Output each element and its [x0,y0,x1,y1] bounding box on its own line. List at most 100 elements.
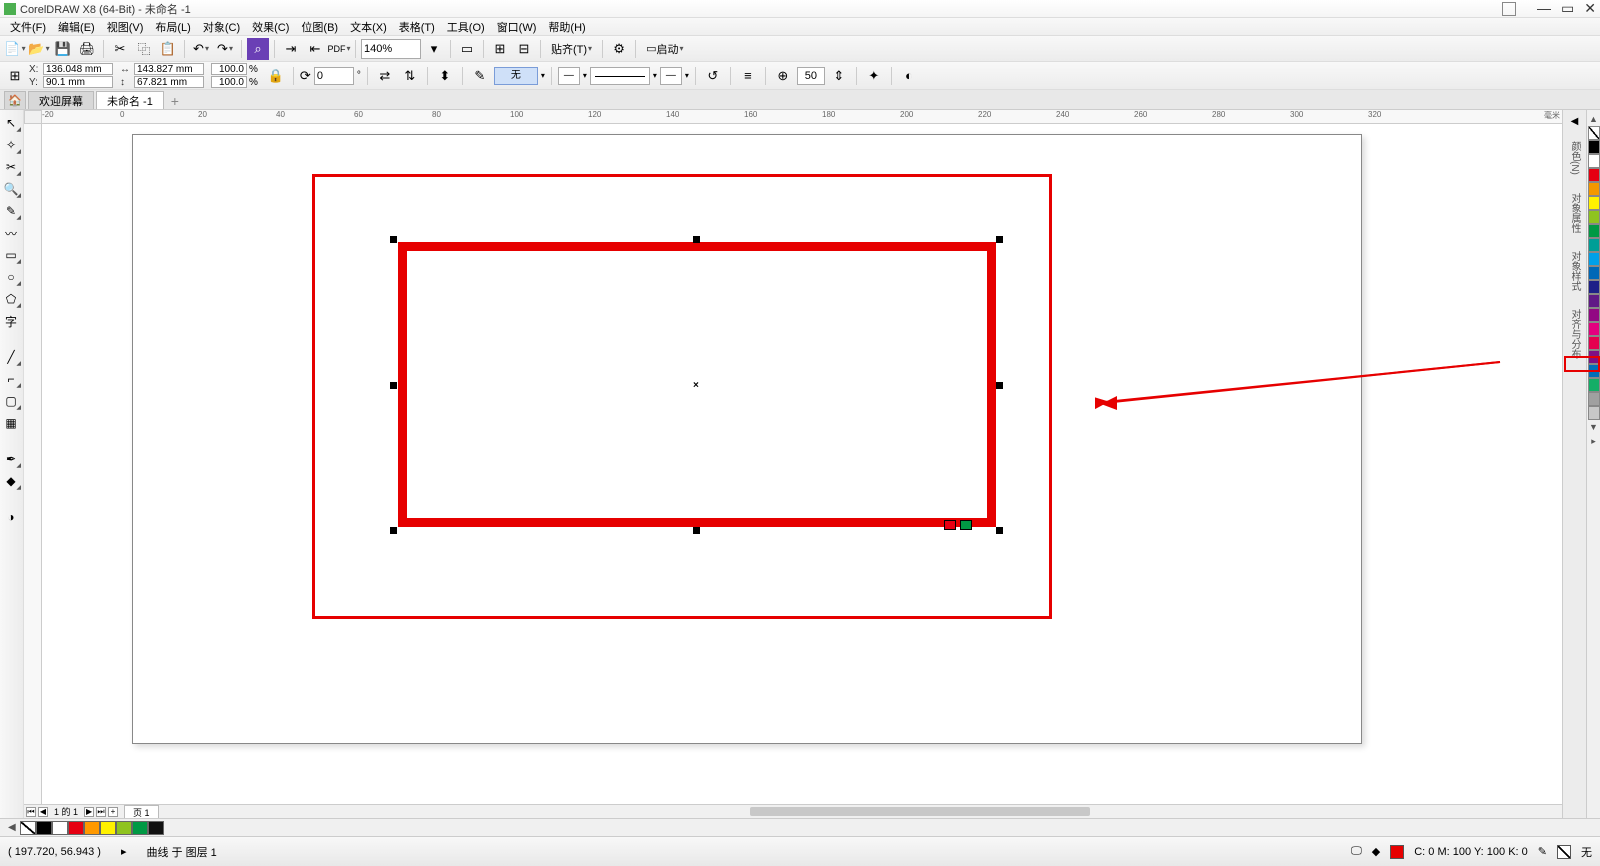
swatch-e5004f[interactable] [1588,336,1600,350]
swatch-none[interactable] [1588,126,1600,140]
parallel-dimension-tool[interactable]: ╱◢ [0,347,22,367]
swatch-ffffff[interactable] [1588,154,1600,168]
y-input[interactable] [43,76,113,88]
swatch-601986[interactable] [1588,294,1600,308]
launch-dropdown[interactable]: ▭ 启动 ▾ [641,38,688,60]
swatch-e4007f[interactable] [1588,322,1600,336]
order-button[interactable]: ⬍ [434,65,456,87]
pick-tool[interactable]: ↖◢ [0,113,22,133]
swatch-a0a0a0[interactable] [1588,392,1600,406]
h-scroll-thumb[interactable] [750,807,1090,816]
last-page-button[interactable]: ⏭ [96,807,106,817]
swatch-009944[interactable] [1588,224,1600,238]
lock-ratio-button[interactable]: 🔒 [265,65,287,87]
dynamic-guides-button[interactable]: ⊟ [513,38,535,60]
outline-width-caret[interactable]: ▾ [541,71,545,80]
docker-object-styles[interactable]: 对象样式 [1565,247,1584,295]
copy-button[interactable]: ⿻ [133,38,155,60]
zoom-dropdown[interactable]: ▾ [423,38,445,60]
object-origin-button[interactable]: ⊕ [772,65,794,87]
print-button[interactable]: 🖨 [76,38,98,60]
bswatch-000000[interactable] [36,821,52,835]
outline-width-select[interactable]: 无 [494,67,538,85]
redo-button[interactable]: ↷▾ [214,38,236,60]
convert-button[interactable]: ◐ [898,65,920,87]
maximize-button[interactable]: ▭ [1561,0,1574,17]
document-tab[interactable]: 未命名 -1 [96,91,164,109]
minimize-button[interactable]: — [1537,0,1551,17]
swatch-fff100[interactable] [1588,196,1600,210]
import-button[interactable]: ⇥ [280,38,302,60]
swatch-00a0e9[interactable] [1588,252,1600,266]
scale-y-input[interactable] [211,76,247,88]
menu-view[interactable]: 视图(V) [101,19,150,35]
sel-handle-w[interactable] [390,382,397,389]
menu-text[interactable]: 文本(X) [344,19,393,35]
horizontal-scrollbar[interactable] [180,804,1562,818]
zoom-level-input[interactable] [361,39,421,59]
horizontal-ruler[interactable]: -200204060801001201401601802002202402602… [42,110,1562,124]
add-document-tab[interactable]: + [166,93,184,109]
bswatch-e60012[interactable] [68,821,84,835]
home-tab[interactable]: 🏠 [4,91,26,109]
undo-button[interactable]: ↶▾ [190,38,212,60]
bswatch-009944[interactable] [132,821,148,835]
paste-button[interactable]: 📋 [157,38,179,60]
align-guides-button[interactable]: ⊞ [489,38,511,60]
artistic-media-tool[interactable]: 〰 [0,223,22,243]
menu-layout[interactable]: 布局(L) [149,19,196,35]
bswatch-111111[interactable] [148,821,164,835]
mirror-v-button[interactable]: ⇅ [399,65,421,87]
menu-tools[interactable]: 工具(O) [441,19,491,35]
shape-tool[interactable]: ✧◢ [0,135,22,155]
color-proof-icon[interactable]: 🖵 [1351,845,1362,858]
polygon-tool[interactable]: ⬠◢ [0,289,22,309]
new-button[interactable]: 📄▾ [4,38,26,60]
export-button[interactable]: ⇤ [304,38,326,60]
sel-handle-se[interactable] [996,527,1003,534]
effects-button[interactable]: ✦ [863,65,885,87]
menu-window[interactable]: 窗口(W) [491,19,543,35]
transparency-tool[interactable]: ▦ [0,413,22,433]
menu-object[interactable]: 对象(C) [197,19,246,35]
value-50-input[interactable] [797,67,825,85]
swatch-8fc31f[interactable] [1588,210,1600,224]
vertical-ruler[interactable] [24,124,42,804]
menu-bitmap[interactable]: 位图(B) [295,19,344,35]
docker-object-props[interactable]: 对象属性 [1565,189,1584,237]
bswatch-fff100[interactable] [100,821,116,835]
drop-shadow-tool[interactable]: ▢◢ [0,391,22,411]
close-button[interactable]: ✕ [1584,0,1596,17]
text-tool[interactable]: 字 [0,311,22,331]
docker-color[interactable]: 颜色(N) [1565,137,1584,179]
restore-down-icon[interactable] [1502,2,1516,16]
swatch-e60012[interactable] [1588,168,1600,182]
color-eyedropper-tool[interactable]: ✒◢ [0,449,22,469]
sel-handle-s[interactable] [693,527,700,534]
sel-handle-sw[interactable] [390,527,397,534]
menu-file[interactable]: 文件(F) [4,19,52,35]
prev-page-button[interactable]: ◀ [38,807,48,817]
bswatch-ff9900[interactable] [84,821,100,835]
docker-align[interactable]: 对齐与分布 [1565,305,1584,363]
palette-flyout-arrow[interactable]: ▸ [1591,436,1596,447]
welcome-tab[interactable]: 欢迎屏幕 [28,91,94,109]
menu-table[interactable]: 表格(T) [393,19,441,35]
zoom-tool[interactable]: 🔍◢ [0,179,22,199]
line-style-select[interactable] [590,67,650,85]
menu-edit[interactable]: 编辑(E) [52,19,101,35]
page-tab-1[interactable]: 页 1 [124,805,159,819]
open-button[interactable]: 📂▾ [28,38,50,60]
end-arrow-select[interactable]: — [660,67,682,85]
pick-all-button[interactable]: ⊞ [4,65,26,87]
sel-handle-nw[interactable] [390,236,397,243]
connector-tool[interactable]: ⌐◢ [0,369,22,389]
first-page-button[interactable]: ⏮ [26,807,36,817]
next-page-button[interactable]: ▶ [84,807,94,817]
swatch-f39800[interactable] [1588,182,1600,196]
palette-down-arrow[interactable]: ▼ [1589,422,1598,432]
search-content-button[interactable]: ⌕ [247,38,269,60]
scale-x-input[interactable] [211,63,247,75]
menu-help[interactable]: 帮助(H) [542,19,591,35]
width-input[interactable] [134,63,204,75]
